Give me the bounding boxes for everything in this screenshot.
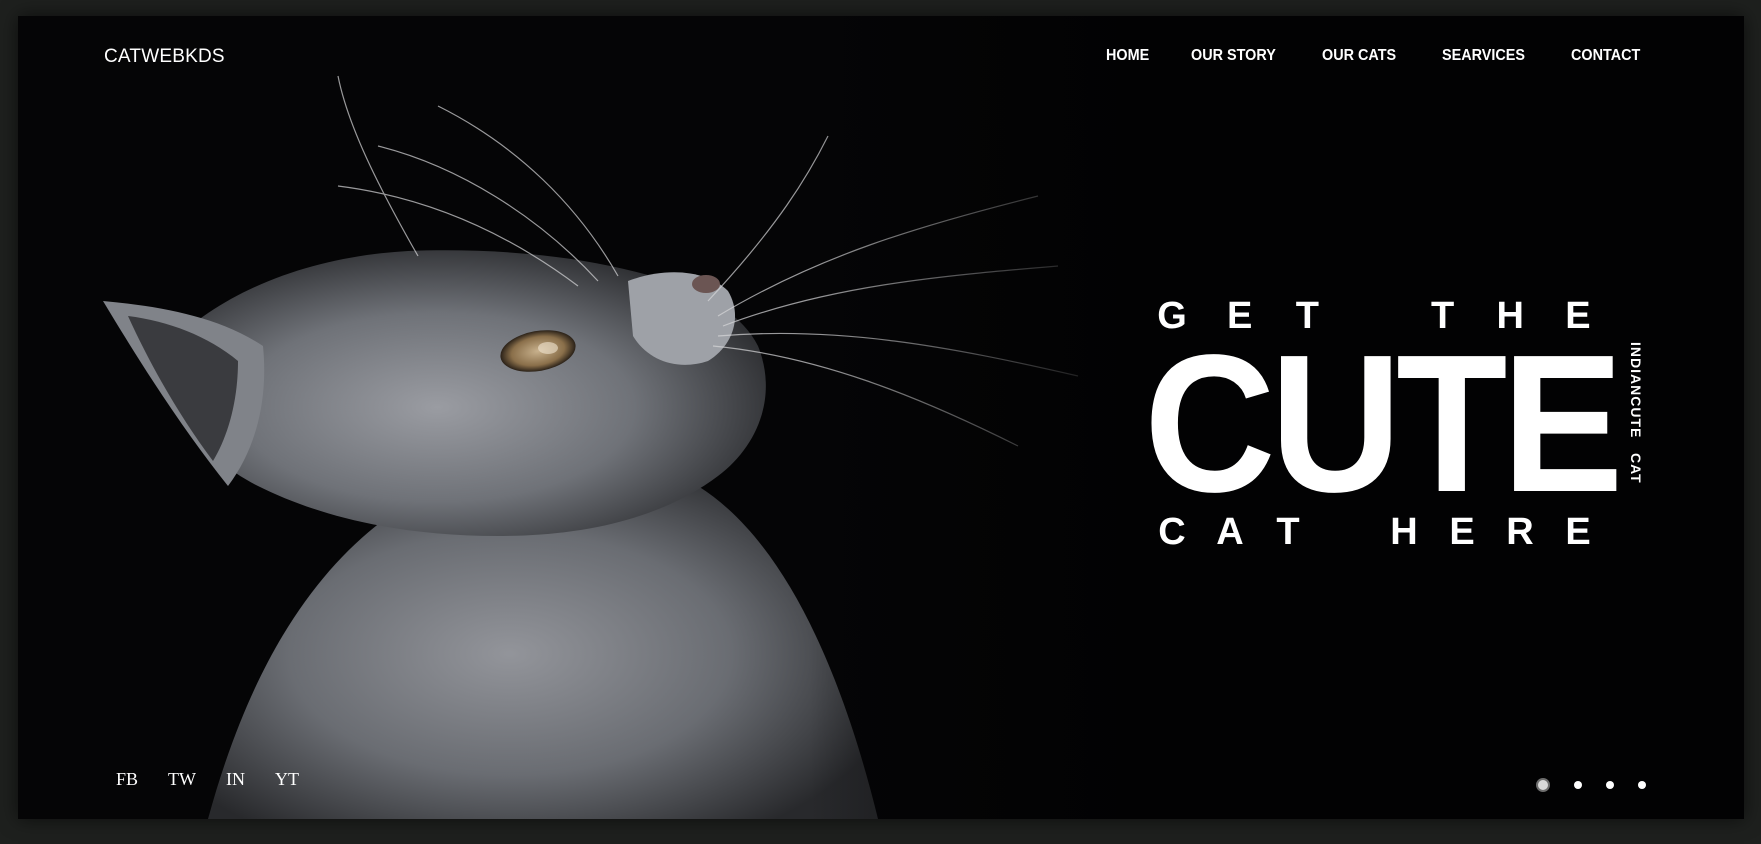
hero-headline: CUTE xyxy=(1144,314,1623,533)
vertical-side-label: INDIANCUTE CAT xyxy=(1628,342,1644,484)
slider-dot-4[interactable] xyxy=(1638,781,1646,789)
nav-our-story[interactable]: OUR STORY xyxy=(1191,47,1276,65)
social-youtube[interactable]: YT xyxy=(275,769,299,790)
social-facebook[interactable]: FB xyxy=(116,769,138,790)
social-links: FB TW IN YT xyxy=(116,769,299,790)
slider-dot-2[interactable] xyxy=(1574,781,1582,789)
slider-dots xyxy=(1536,778,1646,792)
main-nav: HOME OUR STORY OUR CATS SEARVICES CONTAC… xyxy=(1106,47,1648,65)
hero-frame: CATWEBKDS HOME OUR STORY OUR CATS SEARVI… xyxy=(18,16,1744,819)
nav-home[interactable]: HOME xyxy=(1106,47,1149,65)
nav-contact[interactable]: CONTACT xyxy=(1571,47,1640,65)
slider-dot-1[interactable] xyxy=(1536,778,1550,792)
hero-title: G E T T H E CUTE C A T H E R E xyxy=(1144,294,1623,554)
slider-dot-3[interactable] xyxy=(1606,781,1614,789)
nav-services[interactable]: SEARVICES xyxy=(1442,47,1525,65)
nav-our-cats[interactable]: OUR CATS xyxy=(1322,47,1396,65)
social-instagram[interactable]: IN xyxy=(226,769,245,790)
brand-logo[interactable]: CATWEBKDS xyxy=(104,46,225,68)
social-twitter[interactable]: TW xyxy=(168,769,196,790)
photo-fade-overlay xyxy=(18,16,1148,819)
